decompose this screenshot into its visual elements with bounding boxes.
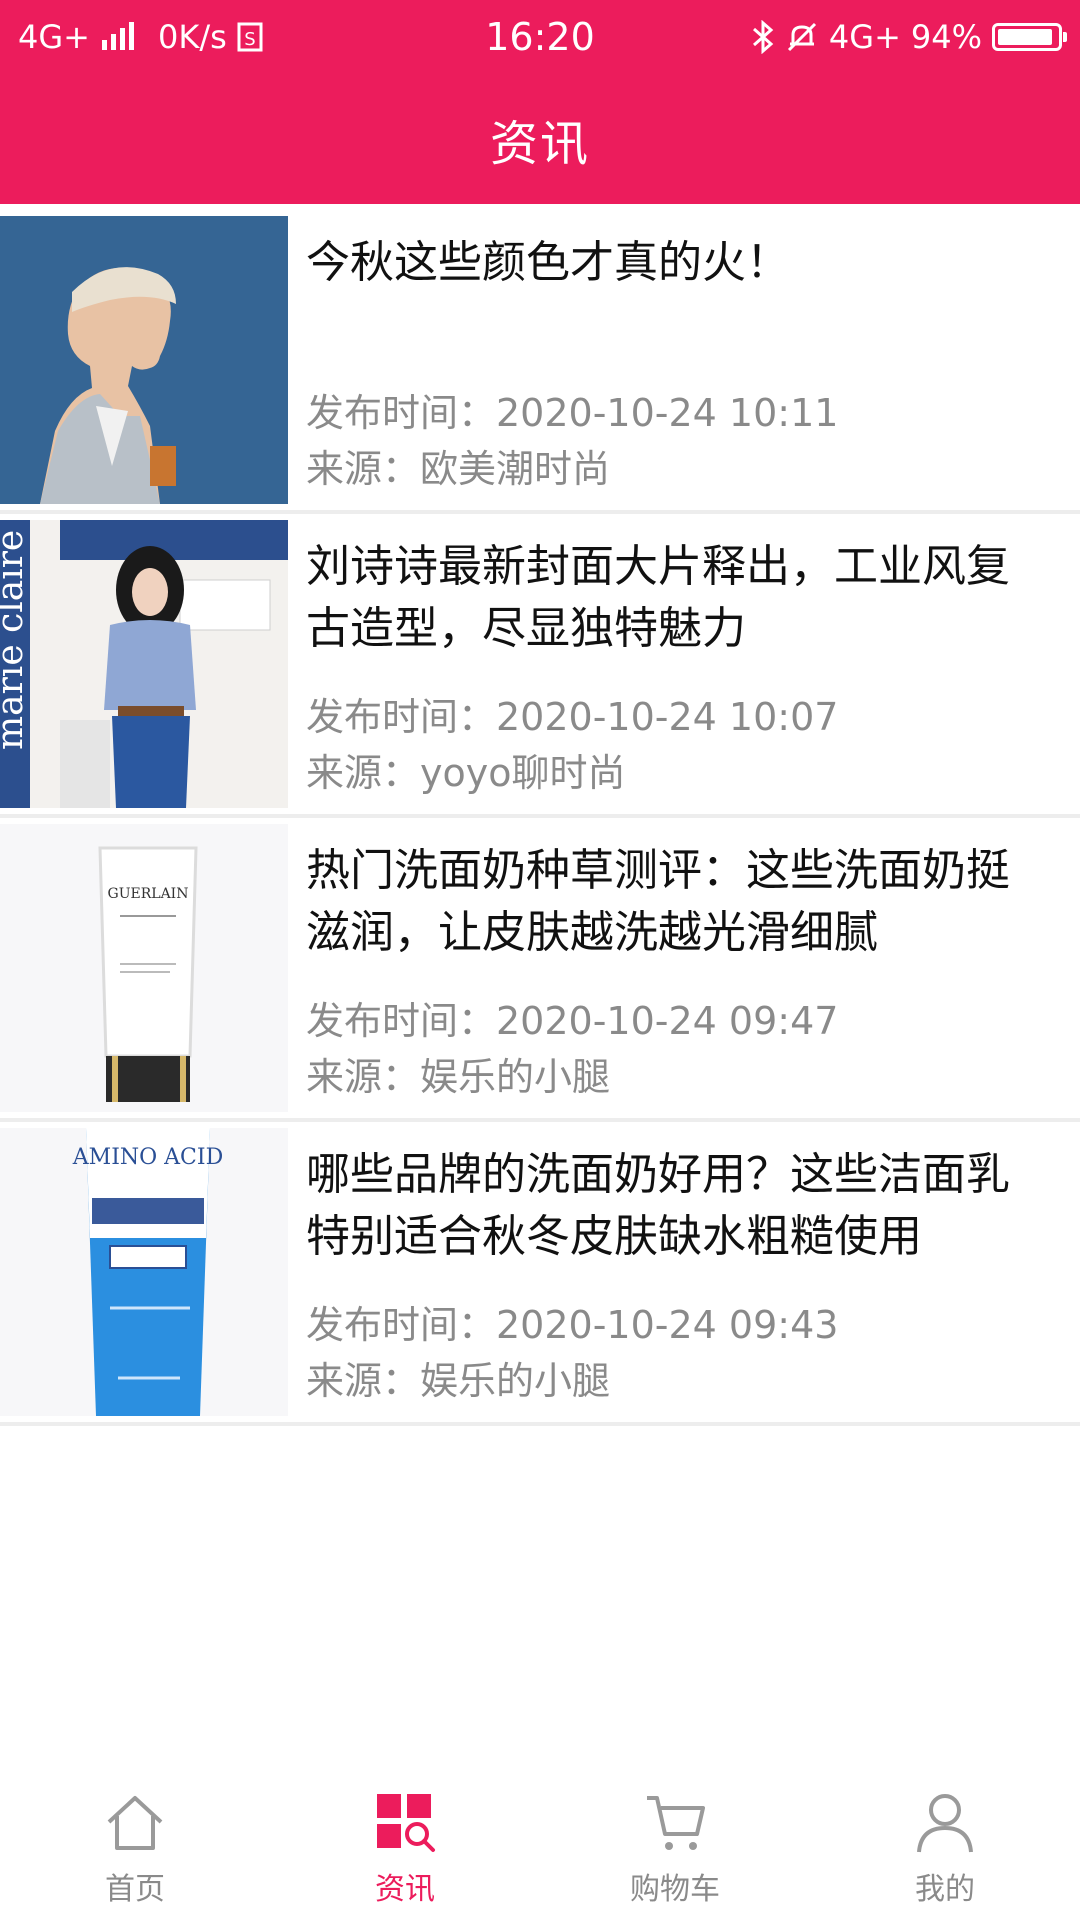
- nav-label: 购物车: [630, 1872, 720, 1907]
- nav-label: 我的: [915, 1872, 975, 1907]
- news-item[interactable]: AMINO ACID 哪些品牌的洗面奶好用？这些洁面乳特别适合秋冬皮肤缺水粗糙使…: [0, 1122, 1080, 1426]
- page-header: 资讯: [0, 74, 1080, 204]
- news-text: 哪些品牌的洗面奶好用？这些洁面乳特别适合秋冬皮肤缺水粗糙使用 发布时间：2020…: [306, 1122, 1036, 1422]
- thumb-brand-text: GUERLAIN: [108, 886, 189, 902]
- thumb-magazine-text: marie claire: [0, 530, 31, 750]
- status-bar: 4G+ 0K/s S 16:20 4G+ 94%: [0, 0, 1080, 74]
- news-text: 刘诗诗最新封面大片释出，工业风复古造型，尽显独特魅力 发布时间：2020-10-…: [306, 514, 1036, 814]
- news-thumbnail: AMINO ACID: [0, 1128, 288, 1416]
- thumb-brand-text: AMINO ACID: [72, 1145, 223, 1170]
- news-item[interactable]: marie claire 刘诗诗最新封面大片释出，工业风复古造型，尽显独特魅力 …: [0, 514, 1080, 818]
- news-source: 来源：yoyo聊时尚: [306, 751, 626, 795]
- news-source: 来源：欧美潮时尚: [306, 447, 611, 491]
- nav-item-news[interactable]: 资讯: [270, 1772, 540, 1920]
- news-publish-time: 发布时间：2020-10-24 10:07: [306, 695, 839, 739]
- news-thumbnail: [0, 216, 288, 504]
- user-icon: [917, 1794, 973, 1853]
- news-item[interactable]: 今秋这些颜色才真的火！ 发布时间：2020-10-24 10:11 来源：欧美潮…: [0, 210, 1080, 514]
- battery-fill: [998, 29, 1053, 45]
- home-icon: [107, 1796, 163, 1850]
- news-list: 今秋这些颜色才真的火！ 发布时间：2020-10-24 10:11 来源：欧美潮…: [0, 210, 1080, 1426]
- nav-item-profile[interactable]: 我的: [810, 1772, 1080, 1920]
- app-root: 4G+ 0K/s S 16:20 4G+ 94% 资讯 今秋这些颜色才真的火！ …: [0, 0, 1080, 1920]
- battery-percent: 94%: [910, 18, 982, 56]
- nav-item-cart[interactable]: 购物车: [540, 1772, 810, 1920]
- news-source: 来源：娱乐的小腿: [306, 1359, 611, 1403]
- news-text: 今秋这些颜色才真的火！ 发布时间：2020-10-24 10:11 来源：欧美潮…: [306, 210, 1036, 510]
- network-type-right: 4G+: [828, 18, 901, 56]
- news-source: 来源：娱乐的小腿: [306, 1055, 611, 1099]
- news-thumbnail: GUERLAIN: [0, 824, 288, 1112]
- news-thumbnail: marie claire: [0, 520, 288, 808]
- page-title: 资讯: [489, 116, 590, 172]
- news-title: 今秋这些颜色才真的火！: [306, 237, 790, 288]
- news-item[interactable]: GUERLAIN 热门洗面奶种草测评：这些洗面奶挺滋润，让皮肤越洗越光滑细腻 发…: [0, 818, 1080, 1122]
- news-title: 热门洗面奶种草测评：这些洗面奶挺滋润，让皮肤越洗越光滑细腻: [306, 845, 1010, 958]
- news-publish-time: 发布时间：2020-10-24 09:43: [306, 1303, 839, 1347]
- bluetooth-icon: [751, 20, 775, 54]
- nav-item-home[interactable]: 首页: [0, 1772, 270, 1920]
- nav-label: 资讯: [375, 1872, 435, 1907]
- battery-icon: [992, 23, 1067, 51]
- news-publish-time: 发布时间：2020-10-24 09:47: [306, 999, 839, 1043]
- bottom-nav: 首页 资讯 购物车 我的: [0, 1772, 1080, 1920]
- news-title: 哪些品牌的洗面奶好用？这些洁面乳特别适合秋冬皮肤缺水粗糙使用: [306, 1149, 1010, 1262]
- news-publish-time: 发布时间：2020-10-24 10:11: [306, 391, 839, 435]
- mute-bell-icon: [785, 20, 819, 54]
- news-grid-icon: [377, 1794, 435, 1852]
- cart-icon: [647, 1796, 705, 1850]
- news-title: 刘诗诗最新封面大片释出，工业风复古造型，尽显独特魅力: [306, 541, 1010, 654]
- news-text: 热门洗面奶种草测评：这些洗面奶挺滋润，让皮肤越洗越光滑细腻 发布时间：2020-…: [306, 818, 1036, 1118]
- status-right: 4G+ 94%: [751, 14, 1067, 60]
- nav-label: 首页: [105, 1872, 165, 1907]
